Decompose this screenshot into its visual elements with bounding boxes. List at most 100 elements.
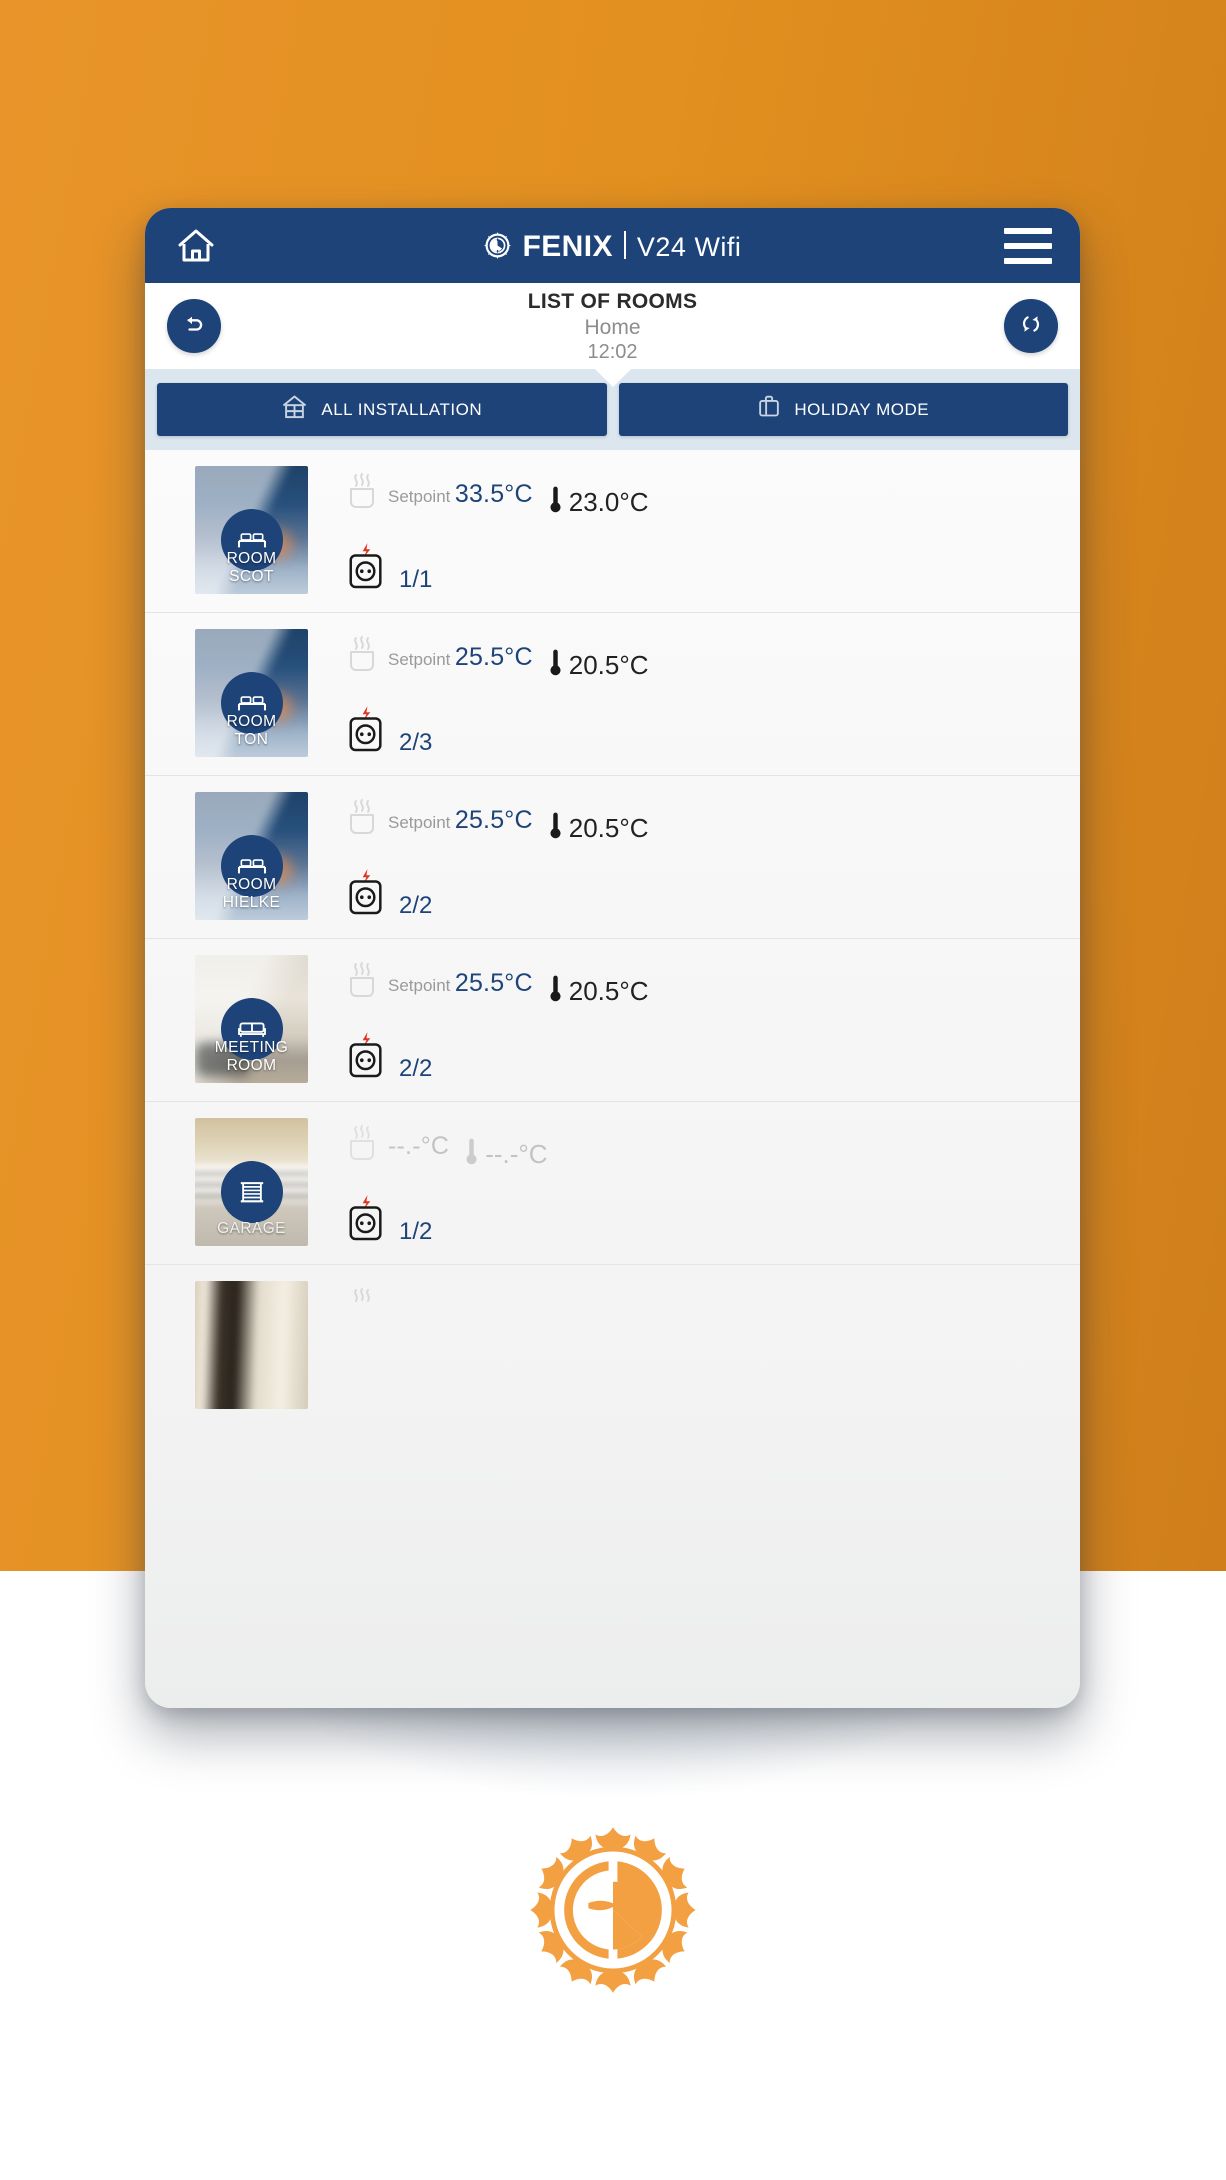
room-metrics: [308, 1281, 1040, 1332]
setpoint-label: Setpoint: [388, 650, 451, 670]
ambient-metric: 20.5°C: [549, 635, 649, 683]
table-row[interactable]: GARAGE --.-°C --.-°C 1/2: [145, 1102, 1080, 1265]
thermometer-icon: [549, 974, 562, 1009]
socket-icon: [345, 1193, 387, 1248]
room-thumbnail: GARAGE: [195, 1118, 308, 1246]
refresh-button[interactable]: [1004, 299, 1058, 353]
mode-tab-strip: ALL INSTALLATION HOLIDAY MODE: [145, 368, 1080, 450]
heat-waves-icon: [345, 798, 379, 843]
ambient-metric: 20.5°C: [549, 798, 649, 846]
setpoint-metric: --.-°C: [345, 1124, 449, 1169]
heat-waves-icon: [345, 1287, 379, 1332]
room-list[interactable]: ROOM SCOT Setpoint 33.5°C 23.0°C 1/1 ROO…: [145, 450, 1080, 1708]
brand-divider: [623, 230, 626, 259]
brand-lockup: FENIX V24 Wifi: [145, 228, 1080, 264]
garage-door-icon: [220, 1161, 283, 1223]
ambient-metric: 20.5°C: [549, 961, 649, 1009]
ambient-value: 20.5°C: [568, 813, 649, 843]
tab-all-installation-label: ALL INSTALLATION: [321, 399, 483, 419]
room-metrics: Setpoint 25.5°C 20.5°C: [308, 629, 1040, 759]
power-value: 1/1: [399, 566, 433, 593]
setpoint-metric: Setpoint 25.5°C: [345, 798, 533, 843]
heat-waves-icon: [345, 1124, 379, 1169]
table-row[interactable]: [145, 1265, 1080, 1409]
setpoint-label: Setpoint: [388, 976, 451, 996]
brand-name: FENIX: [522, 229, 613, 263]
setpoint-metric: Setpoint 33.5°C: [345, 472, 533, 517]
sub-header: LIST OF ROOMS Home 12:02: [145, 283, 1080, 369]
sub-header-titles: LIST OF ROOMS Home 12:02: [528, 291, 698, 362]
power-metric: 1/2: [345, 1193, 1040, 1248]
table-row[interactable]: ROOM TON Setpoint 25.5°C 20.5°C 2/3: [145, 613, 1080, 776]
setpoint-value: 33.5°C: [454, 480, 533, 509]
room-name: MEETING ROOM: [214, 1039, 289, 1074]
room-thumbnail: MEETING ROOM: [195, 955, 308, 1083]
brand-model: V24 Wifi: [636, 231, 742, 262]
installation-name: Home: [584, 315, 641, 339]
back-arrow-icon: [181, 311, 207, 342]
heat-waves-icon: [345, 635, 379, 680]
power-metric: 2/2: [345, 867, 1040, 922]
current-time: 12:02: [587, 340, 638, 363]
socket-icon: [345, 1030, 387, 1085]
socket-icon: [345, 867, 387, 922]
table-row[interactable]: ROOM HIELKE Setpoint 25.5°C 20.5°C 2/2: [145, 776, 1080, 939]
house-outline-icon: [281, 394, 308, 425]
thermometer-icon: [549, 811, 562, 846]
back-button[interactable]: [167, 299, 221, 353]
ambient-value: 20.5°C: [568, 976, 649, 1006]
thermometer-icon: [465, 1137, 478, 1172]
room-metrics: Setpoint 25.5°C 20.5°C: [308, 955, 1040, 1085]
setpoint-metric: Setpoint 25.5°C: [345, 635, 533, 680]
ambient-value: --.-°C: [485, 1139, 548, 1169]
table-row[interactable]: ROOM SCOT Setpoint 33.5°C 23.0°C 1/1: [145, 450, 1080, 613]
room-thumbnail: ROOM SCOT: [195, 466, 308, 594]
setpoint-value: 25.5°C: [454, 969, 533, 998]
tab-all-installation[interactable]: ALL INSTALLATION: [157, 383, 607, 436]
power-metric: 2/2: [345, 1030, 1040, 1085]
power-metric: 2/3: [345, 704, 1040, 759]
app-bar: FENIX V24 Wifi: [145, 208, 1080, 283]
suitcase-icon: [757, 394, 781, 425]
power-value: 1/2: [399, 1218, 433, 1245]
room-metrics: Setpoint 33.5°C 23.0°C 1/1: [308, 466, 1040, 596]
power-value: 2/2: [399, 892, 433, 919]
ambient-metric: 23.0°C: [549, 472, 649, 520]
thermometer-icon: [549, 648, 562, 683]
setpoint-value: 25.5°C: [454, 643, 533, 672]
socket-icon: [345, 541, 387, 596]
room-photo: [195, 1281, 308, 1409]
tab-holiday-mode-label: HOLIDAY MODE: [794, 399, 930, 419]
setpoint-metric: [345, 1287, 379, 1332]
fenix-sun-logo: [525, 1822, 701, 1998]
room-name: ROOM TON: [226, 713, 277, 748]
room-name: ROOM HIELKE: [222, 876, 281, 911]
tab-holiday-mode[interactable]: HOLIDAY MODE: [618, 383, 1068, 436]
room-name: GARAGE: [217, 1219, 286, 1237]
room-thumbnail: ROOM TON: [195, 629, 308, 757]
power-metric: 1/1: [345, 541, 1040, 596]
room-metrics: --.-°C --.-°C 1/2: [308, 1118, 1040, 1248]
app-screen: FENIX V24 Wifi LIST OF ROOMS Home 12:02 …: [0, 0, 1226, 2180]
room-name: ROOM SCOT: [226, 550, 277, 585]
heat-waves-icon: [345, 472, 379, 517]
ambient-value: 23.0°C: [568, 487, 649, 517]
fenix-sun-icon: [484, 232, 511, 259]
hamburger-menu-icon[interactable]: [1004, 225, 1052, 267]
setpoint-label: Setpoint: [388, 813, 451, 833]
setpoint-value: 25.5°C: [454, 806, 533, 835]
power-value: 2/3: [399, 729, 433, 756]
tab-strip-notch: [593, 368, 632, 387]
room-thumbnail: [195, 1281, 308, 1409]
refresh-icon: [1018, 311, 1044, 342]
page-title: LIST OF ROOMS: [527, 289, 698, 313]
ambient-metric: --.-°C: [465, 1124, 548, 1172]
power-value: 2/2: [399, 1055, 433, 1082]
table-row[interactable]: MEETING ROOM Setpoint 25.5°C 20.5°C 2/2: [145, 939, 1080, 1102]
socket-icon: [345, 704, 387, 759]
setpoint-metric: Setpoint 25.5°C: [345, 961, 533, 1006]
ambient-value: 20.5°C: [568, 650, 649, 680]
setpoint-label: Setpoint: [388, 487, 451, 507]
heat-waves-icon: [345, 961, 379, 1006]
home-icon[interactable]: [173, 223, 219, 269]
